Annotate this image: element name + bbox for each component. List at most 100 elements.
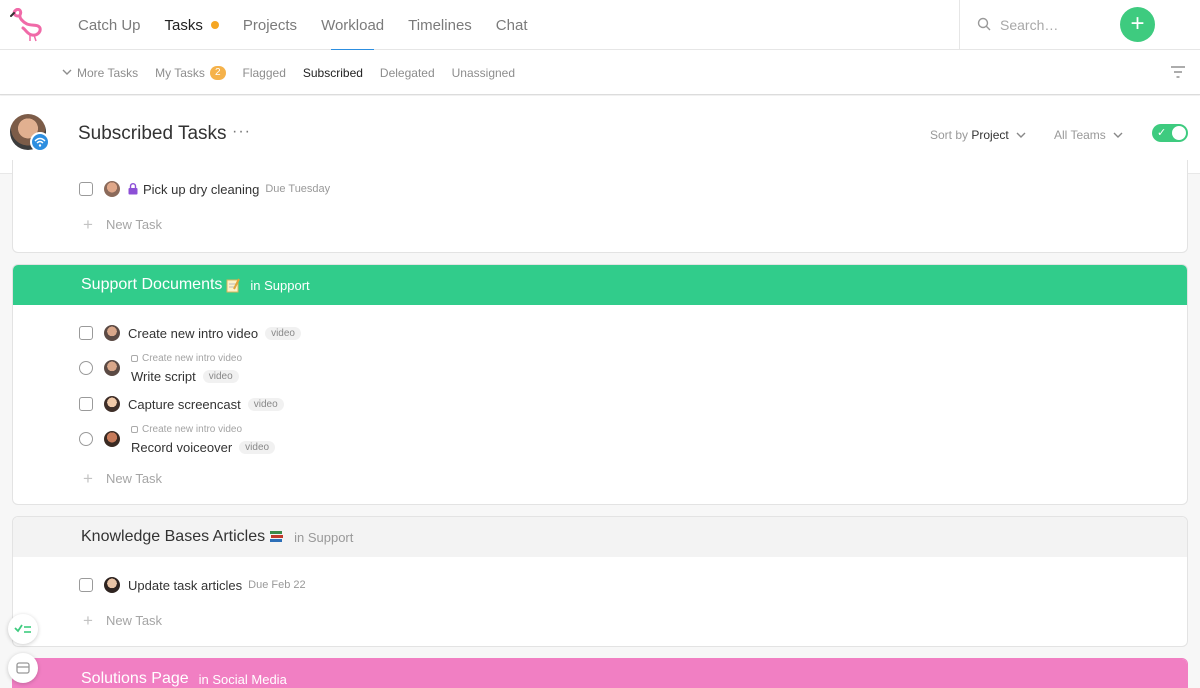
chevron-down-icon [62, 69, 72, 75]
tag-badge[interactable]: video [239, 440, 276, 454]
task-checkbox[interactable] [79, 182, 93, 196]
tab-my-tasks[interactable]: My Tasks 2 [155, 65, 226, 80]
completed-toggle[interactable]: ✓ [1152, 124, 1188, 142]
more-tasks-dropdown[interactable]: More Tasks [62, 66, 138, 80]
more-tasks-label: More Tasks [77, 65, 139, 80]
project-title: Solutions Page [81, 670, 189, 687]
task-row: Update task articles Due Feb 22 [79, 575, 306, 595]
project-title: Knowledge Bases Articles [81, 528, 266, 545]
add-button[interactable]: + [1120, 7, 1155, 42]
sort-dropdown[interactable]: Sort by Project [930, 128, 1026, 142]
due-date: Due Feb 22 [248, 579, 306, 591]
filter-icon[interactable] [1170, 65, 1186, 79]
project-context[interactable]: in Social Media [199, 672, 287, 687]
task-name[interactable]: Pick up dry cleaning [143, 182, 259, 197]
checklist-icon [14, 624, 31, 633]
tab-label: Timelines [408, 16, 472, 34]
teams-dropdown[interactable]: All Teams [1054, 128, 1123, 142]
chevron-down-icon [1113, 132, 1123, 138]
task-filter-bar: More Tasks My Tasks 2 Flagged Subscribed … [0, 50, 1200, 95]
my-tasks-label: My Tasks [155, 65, 205, 80]
tab-timelines[interactable]: Timelines [396, 0, 484, 50]
avatar [104, 396, 120, 412]
tab-workload[interactable]: Workload [309, 0, 396, 51]
tab-tasks[interactable]: Tasks [153, 0, 231, 50]
plus-icon: + [83, 468, 93, 488]
tag-badge[interactable]: video [202, 369, 239, 383]
flamingo-logo-icon[interactable] [10, 8, 46, 42]
tab-subscribed[interactable]: Subscribed [303, 66, 363, 80]
tag-badge[interactable]: video [265, 326, 301, 340]
main-tabs: Catch Up Tasks Projects Workload Timelin… [66, 0, 540, 51]
books-icon [270, 531, 284, 542]
new-task-button[interactable]: + New Task [83, 468, 162, 488]
memo-icon [226, 278, 241, 292]
subtask-radio[interactable] [79, 361, 93, 375]
user-avatar[interactable] [10, 114, 50, 154]
task-row: Create new intro video video [79, 323, 301, 343]
tab-label: Chat [495, 16, 528, 34]
new-task-label: New Task [105, 613, 163, 628]
project-context[interactable]: in Support [250, 278, 309, 293]
search-icon [977, 17, 991, 31]
tab-chat[interactable]: Chat [484, 0, 540, 50]
avatar [104, 325, 120, 341]
task-list-button[interactable] [8, 614, 38, 644]
teams-label: All Teams [1054, 128, 1106, 142]
parent-task-icon [131, 355, 138, 362]
wifi-icon [30, 132, 50, 152]
avatar [104, 431, 120, 447]
parent-task-icon [131, 426, 138, 433]
task-row: Capture screencast video [79, 394, 284, 414]
tag-badge[interactable]: video [247, 397, 284, 411]
project-context[interactable]: in Support [294, 530, 353, 545]
count-badge: 2 [209, 65, 226, 80]
task-name[interactable]: Update task articles [128, 578, 242, 593]
tab-delegated[interactable]: Delegated [380, 66, 435, 80]
project-header[interactable]: Solutions Page in Social Media [13, 659, 1187, 688]
sort-prefix: Sort by [930, 128, 969, 142]
parent-task-link[interactable]: Create new intro video [131, 424, 242, 435]
new-task-button[interactable]: + New Task [83, 214, 162, 234]
project-title: Support Documents [81, 276, 223, 293]
chevron-down-icon [1016, 132, 1026, 138]
tab-label: Workload [321, 16, 385, 34]
tab-label: Catch Up [78, 16, 141, 34]
tab-flagged[interactable]: Flagged [243, 66, 286, 80]
subscribed-label: Subscribed [302, 65, 363, 80]
sort-value: Project [971, 128, 1009, 142]
subtask-line: Write script video [131, 366, 239, 386]
project-header[interactable]: Knowledge Bases Articles in Support [13, 517, 1187, 557]
task-row [79, 429, 128, 449]
more-options-icon[interactable]: ··· [232, 123, 251, 141]
due-date: Due Tuesday [265, 183, 331, 195]
task-checkbox[interactable] [79, 397, 93, 411]
subtask-radio[interactable] [79, 432, 93, 446]
new-task-button[interactable]: + New Task [83, 610, 163, 630]
tab-unassigned[interactable]: Unassigned [452, 66, 515, 80]
project-card-personal: Pick up dry cleaning Due Tuesday + New T… [12, 160, 1188, 253]
project-card-solutions-page: Solutions Page in Social Media [12, 658, 1188, 688]
page-title: Subscribed Tasks [78, 123, 227, 144]
task-name[interactable]: Create new intro video [128, 326, 258, 341]
task-checkbox[interactable] [79, 326, 93, 340]
inbox-button[interactable] [8, 653, 38, 683]
project-header[interactable]: Support Documents in Support [13, 265, 1187, 305]
search-input[interactable] [1000, 14, 1110, 36]
flagged-label: Flagged [242, 65, 286, 80]
task-name[interactable]: Write script [131, 369, 196, 384]
inbox-icon [16, 662, 30, 674]
plus-icon: + [83, 610, 93, 630]
task-row: Pick up dry cleaning Due Tuesday [79, 179, 330, 199]
avatar [104, 577, 120, 593]
plus-icon: + [83, 214, 93, 234]
tab-catch-up[interactable]: Catch Up [66, 0, 153, 50]
avatar [104, 181, 120, 197]
parent-task-link[interactable]: Create new intro video [131, 353, 242, 364]
tab-projects[interactable]: Projects [231, 0, 309, 50]
task-name[interactable]: Capture screencast [128, 397, 241, 412]
task-name[interactable]: Record voiceover [131, 440, 232, 455]
task-checkbox[interactable] [79, 578, 93, 592]
parent-task-label: Create new intro video [142, 424, 243, 435]
parent-task-label: Create new intro video [142, 353, 243, 364]
